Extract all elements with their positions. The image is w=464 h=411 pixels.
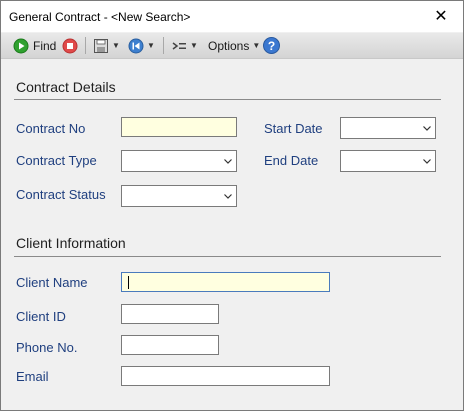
chevron-down-icon: ▼ xyxy=(252,41,261,50)
email-field[interactable] xyxy=(121,366,330,386)
client-id-label: Client ID xyxy=(16,309,66,324)
contract-no-label: Contract No xyxy=(16,121,86,136)
navigate-first-button[interactable]: ▼ xyxy=(128,36,155,55)
contract-no-field[interactable] xyxy=(121,117,237,137)
chevron-down-icon xyxy=(423,159,431,164)
chevron-down-icon: ▼ xyxy=(112,41,120,50)
save-icon xyxy=(94,38,108,53)
end-date-label: End Date xyxy=(264,153,319,168)
stop-button[interactable] xyxy=(62,36,78,55)
chevron-down-icon xyxy=(224,159,232,164)
save-button[interactable]: ▼ xyxy=(93,36,120,55)
section-divider xyxy=(14,99,441,100)
client-name-field[interactable] xyxy=(121,272,330,292)
window-title: General Contract - <New Search> xyxy=(9,10,191,24)
phone-no-label: Phone No. xyxy=(16,340,78,355)
contract-status-label: Contract Status xyxy=(16,187,106,202)
general-contract-window: General Contract - <New Search> ✕ Find ▼ xyxy=(0,0,464,411)
list-arrow-icon xyxy=(172,41,186,50)
toolbar-separator xyxy=(163,37,164,54)
start-date-label: Start Date xyxy=(264,121,323,136)
end-date-picker[interactable] xyxy=(340,150,436,172)
contract-status-select[interactable] xyxy=(121,185,237,207)
stop-icon xyxy=(62,38,78,53)
help-button[interactable]: ? xyxy=(263,36,280,55)
find-label: Find xyxy=(33,38,57,53)
email-label: Email xyxy=(16,369,49,384)
start-date-picker[interactable] xyxy=(340,117,436,139)
contract-type-label: Contract Type xyxy=(16,153,97,168)
options-button[interactable]: Options ▼ xyxy=(208,36,260,55)
find-button[interactable]: Find xyxy=(13,36,56,55)
section-client-information: Client Information xyxy=(16,235,126,251)
chevron-down-icon: ▼ xyxy=(147,41,155,50)
contract-type-select[interactable] xyxy=(121,150,237,172)
close-button[interactable]: ✕ xyxy=(419,1,463,32)
options-label: Options xyxy=(208,38,250,53)
section-divider xyxy=(14,256,441,257)
chevron-down-icon xyxy=(224,194,232,199)
title-bar: General Contract - <New Search> ✕ xyxy=(1,1,463,32)
svg-text:?: ? xyxy=(268,39,275,53)
toolbar-separator xyxy=(85,37,86,54)
client-id-field[interactable] xyxy=(121,304,219,324)
text-cursor xyxy=(128,276,129,289)
play-icon xyxy=(13,38,29,53)
help-icon: ? xyxy=(263,37,280,54)
toolbar: Find ▼ ▼ ▼ Options ▼ ? xyxy=(1,33,463,59)
chevron-down-icon: ▼ xyxy=(190,41,198,50)
client-name-label: Client Name xyxy=(16,275,88,290)
advanced-button[interactable]: ▼ xyxy=(171,36,198,55)
first-record-icon xyxy=(128,38,144,53)
phone-no-field[interactable] xyxy=(121,335,219,355)
chevron-down-icon xyxy=(423,126,431,131)
section-contract-details: Contract Details xyxy=(16,79,116,95)
